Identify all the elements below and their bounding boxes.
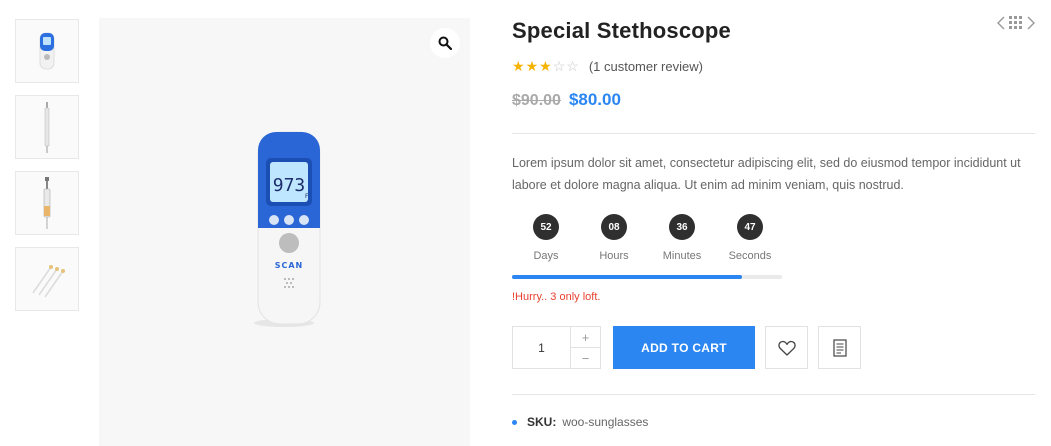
countdown-label: Days <box>533 250 559 262</box>
prev-product-icon[interactable] <box>997 16 1005 35</box>
grid-icon[interactable] <box>1009 16 1023 35</box>
cart-actions: + − ADD TO CART <box>512 326 861 369</box>
divider <box>512 133 1035 134</box>
old-price: $90.00 <box>512 92 561 109</box>
zoom-button[interactable] <box>430 28 460 58</box>
divider <box>512 394 1035 395</box>
sku-label: SKU: <box>527 415 557 429</box>
next-product-icon[interactable] <box>1027 16 1035 35</box>
compare-button[interactable] <box>818 326 861 369</box>
device-reading: 973 <box>273 175 306 196</box>
star-filled-icon: ★ <box>539 58 552 74</box>
sku-value: woo-sunglasses <box>562 415 649 429</box>
customer-review-link[interactable]: (1 customer review) <box>589 59 703 74</box>
swabs-thumb-icon <box>32 265 65 298</box>
wishlist-button[interactable] <box>765 326 808 369</box>
countdown-minutes: 36 Minutes <box>648 214 716 262</box>
syringe-thumb-icon <box>43 177 51 229</box>
thermometer-thumb-icon <box>39 32 55 70</box>
product-description: Lorem ipsum dolor sit amet, consectetur … <box>512 156 1021 192</box>
countdown-hours: 08 Hours <box>580 214 648 262</box>
product-rating: ★ ★ ★ ☆ ☆ (1 customer review) <box>512 58 703 75</box>
sale-countdown: 52 Days 08 Hours 36 Minutes 47 Seconds <box>512 214 784 262</box>
product-navigation <box>997 16 1035 35</box>
heart-icon <box>777 340 796 356</box>
pipette-thumb-icon <box>44 102 50 153</box>
thumbnail-list <box>15 19 79 323</box>
countdown-value: 47 <box>737 214 763 240</box>
product-price: $90.00 $80.00 <box>512 90 621 110</box>
quantity-increase-button[interactable]: + <box>571 327 600 347</box>
thumbnail-swabs[interactable] <box>15 247 79 311</box>
svg-text:SCAN: SCAN <box>275 261 304 270</box>
quantity-decrease-button[interactable]: − <box>571 347 600 368</box>
product-title: Special Stethoscope <box>512 18 731 43</box>
svg-text:F: F <box>305 193 309 200</box>
thermometer-product-image: 973 F SCAN <box>254 131 321 327</box>
countdown-seconds: 47 Seconds <box>716 214 784 262</box>
thumbnail-pipette[interactable] <box>15 95 79 159</box>
quantity-input[interactable] <box>513 327 570 368</box>
document-icon <box>832 338 847 357</box>
rating-stars: ★ ★ ★ ☆ ☆ <box>512 58 579 75</box>
product-sku: SKU: woo-sunglasses <box>512 415 648 429</box>
sale-price: $80.00 <box>568 90 621 109</box>
add-to-cart-button[interactable]: ADD TO CART <box>613 326 755 369</box>
stock-warning: !Hurry.. 3 only loft. <box>512 291 601 303</box>
search-icon <box>438 36 452 50</box>
countdown-days: 52 Days <box>512 214 580 262</box>
star-empty-icon: ☆ <box>552 58 566 74</box>
countdown-value: 52 <box>533 214 559 240</box>
main-product-image[interactable]: 973 F SCAN <box>99 18 470 446</box>
star-filled-icon: ★ <box>525 58 539 74</box>
thumbnail-syringe[interactable] <box>15 171 79 235</box>
star-empty-icon: ☆ <box>566 58 579 74</box>
countdown-value: 08 <box>601 214 627 240</box>
stock-progress-bar <box>512 275 782 279</box>
countdown-label: Minutes <box>662 250 702 262</box>
countdown-label: Seconds <box>728 250 772 262</box>
countdown-label: Hours <box>599 250 629 262</box>
thumbnail-thermometer[interactable] <box>15 19 79 83</box>
countdown-value: 36 <box>669 214 695 240</box>
star-filled-icon: ★ <box>512 58 525 74</box>
stock-progress-fill <box>512 275 742 279</box>
quantity-stepper: + − <box>512 326 601 369</box>
bullet-icon <box>512 419 517 425</box>
